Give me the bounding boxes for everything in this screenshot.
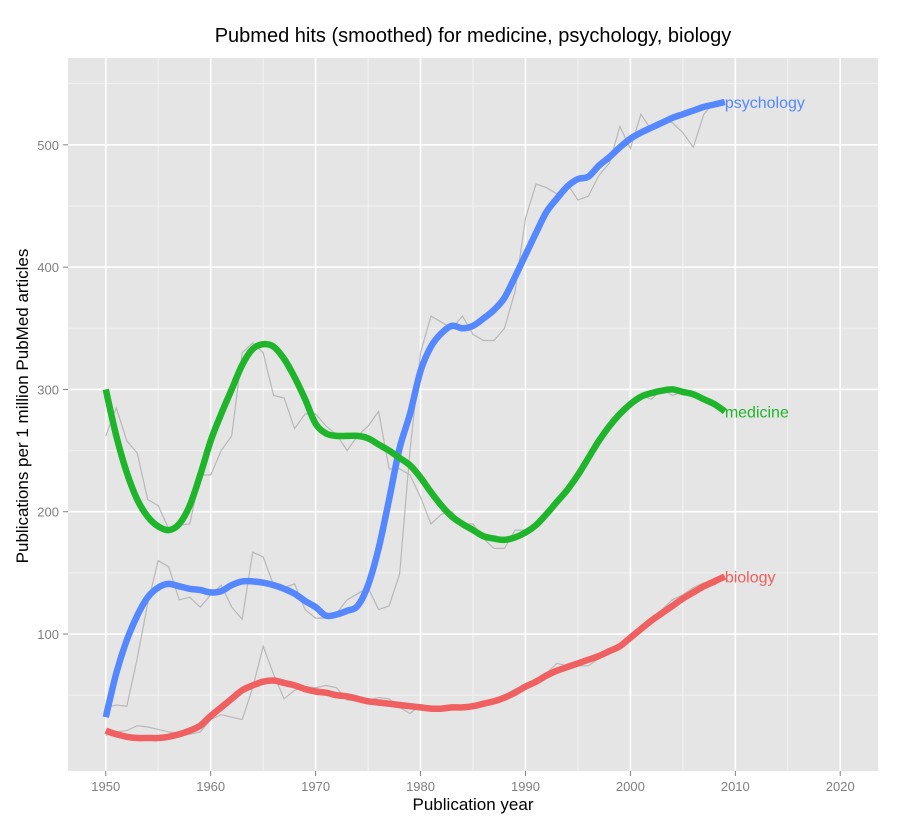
x-tick-label: 2010	[721, 779, 750, 794]
x-axis: 1950 1960 1970 1980 1990 2000 2010 2020	[91, 771, 855, 794]
y-axis-title: Publications per 1 million PubMed articl…	[13, 249, 32, 564]
x-tick-label: 2000	[616, 779, 645, 794]
x-axis-title: Publication year	[413, 795, 534, 814]
chart: Pubmed hits (smoothed) for medicine, psy…	[13, 25, 878, 814]
x-tick-label: 1960	[196, 779, 225, 794]
series-label-medicine: medicine	[725, 404, 789, 421]
series-label-biology: biology	[725, 570, 776, 587]
y-tick-label: 500	[37, 138, 59, 153]
x-tick-label: 2020	[826, 779, 855, 794]
y-tick-label: 200	[37, 505, 59, 520]
y-tick-label: 300	[37, 382, 59, 397]
x-tick-label: 1970	[301, 779, 330, 794]
chart-title: Pubmed hits (smoothed) for medicine, psy…	[215, 25, 732, 47]
series-label-psychology: psychology	[725, 95, 805, 112]
x-tick-label: 1990	[511, 779, 540, 794]
x-tick-label: 1980	[406, 779, 435, 794]
y-tick-label: 400	[37, 260, 59, 275]
x-tick-label: 1950	[91, 779, 120, 794]
y-axis: 100 200 300 400 500	[37, 138, 68, 642]
y-tick-label: 100	[37, 627, 59, 642]
